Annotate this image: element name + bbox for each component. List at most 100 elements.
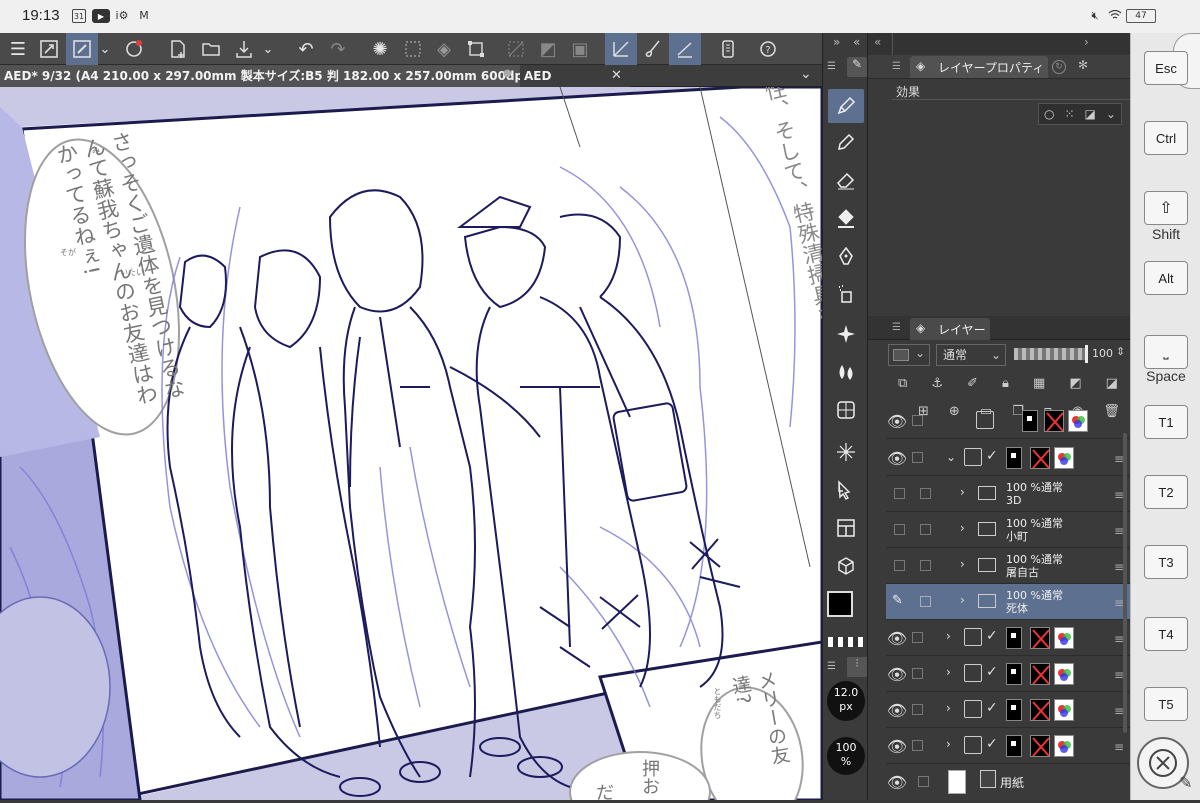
open-folder-icon[interactable]	[195, 33, 227, 65]
t1-key[interactable]: T1	[1144, 405, 1188, 439]
undo-icon[interactable]: ↶	[290, 33, 322, 65]
collapse-left-icon[interactable]: »	[833, 35, 840, 49]
t2-key[interactable]: T2	[1144, 475, 1188, 509]
layer-row[interactable]: › 100 %通常 小町 ≡	[886, 512, 1130, 548]
panel-menu-icon[interactable]: ☰	[827, 661, 836, 672]
chevron-right-icon[interactable]: ›	[960, 557, 965, 571]
layer-checkbox[interactable]	[920, 524, 931, 535]
space-key[interactable]: ⎵	[1144, 335, 1188, 369]
pen-tab-icon[interactable]: ✎	[847, 57, 867, 77]
color-effect-icon[interactable]: ◪	[1085, 107, 1096, 121]
t3-key[interactable]: T3	[1144, 545, 1188, 579]
chevron-down-icon[interactable]: ⌄	[93, 33, 117, 65]
chevron-down-icon[interactable]: ⌄	[800, 66, 812, 82]
snap-ruler-icon[interactable]	[605, 33, 637, 65]
redo-icon[interactable]: ↷	[322, 33, 354, 65]
mask-off-icon[interactable]: ◪	[1106, 376, 1118, 391]
mask-icon[interactable]: ◩	[1069, 376, 1081, 391]
layer-color-dropdown[interactable]: ⌄	[888, 344, 930, 366]
pen-tool-icon[interactable]	[828, 89, 864, 123]
frame-tool-icon[interactable]	[828, 511, 864, 545]
tone-effect-icon[interactable]: ⁙	[1064, 107, 1074, 121]
fill-icon[interactable]: ◈	[428, 33, 460, 65]
alt-key[interactable]: Alt	[1144, 261, 1188, 295]
lock-transparency-icon[interactable]: ▦	[1033, 376, 1045, 391]
chevron-right-icon[interactable]: ›	[946, 701, 951, 715]
panel-menu-icon[interactable]: ☰	[827, 61, 836, 72]
check-icon[interactable]: ✓	[986, 700, 998, 716]
selection-border-icon[interactable]: ▣	[564, 33, 596, 65]
eye-icon[interactable]: 👁︎	[886, 656, 908, 692]
eye-icon[interactable]: 👁︎	[886, 440, 908, 476]
layer-row[interactable]: 👁︎ › ✓ ≡	[886, 620, 1130, 656]
draft-icon[interactable]: ✐	[967, 376, 978, 391]
panel-menu-icon[interactable]: ☰	[892, 322, 901, 333]
brush-size-indicator[interactable]: 12.0 px	[827, 681, 865, 721]
check-icon[interactable]: ✓	[986, 664, 998, 680]
layer-row[interactable]: 👁︎	[886, 409, 1130, 439]
ruler-snap-icon[interactable]	[669, 33, 701, 65]
shift-key[interactable]: ⇧	[1144, 191, 1188, 225]
drawing-canvas[interactable]: さっそくご遺体を見つけるなんて蘇我ちゃんのお友達はわかってるねぇ! み そが い…	[0, 87, 822, 800]
airbrush-tool-icon[interactable]	[828, 277, 864, 311]
check-icon[interactable]: ✓	[986, 628, 998, 644]
layer-row-paper[interactable]: 👁︎ 用紙	[868, 764, 1130, 800]
pen-shortcut-icon[interactable]: ✎	[1179, 773, 1200, 803]
layer-row[interactable]: 👁︎ ⌄ ✓ ≡	[886, 440, 1130, 476]
layer-checkbox[interactable]	[894, 488, 905, 499]
grid-ruler-tool-icon[interactable]	[828, 393, 864, 427]
fullscreen-icon[interactable]	[33, 33, 65, 65]
clip-icon[interactable]: ⧉	[898, 376, 907, 391]
chevron-down-icon[interactable]: ⌄	[1106, 107, 1116, 121]
ctrl-key[interactable]: Ctrl	[1144, 121, 1188, 155]
chevron-right-icon[interactable]: ›	[960, 485, 965, 499]
menu-icon[interactable]: ☰	[2, 33, 34, 65]
layer-row[interactable]: › 100 %通常 屠自古 ≡	[886, 548, 1130, 584]
chevron-right-icon[interactable]: ›	[960, 521, 965, 535]
select-tool-icon[interactable]	[828, 473, 864, 507]
pencil-tool-icon[interactable]	[828, 125, 864, 159]
cloud-sync-icon[interactable]	[118, 33, 150, 65]
transparent-color-swatch[interactable]	[828, 637, 864, 647]
eye-icon[interactable]: 👁︎	[886, 728, 908, 764]
invert-selection-icon[interactable]: ◩	[532, 33, 564, 65]
layer-checkbox[interactable]	[894, 560, 905, 571]
reference-icon[interactable]: ⚓︎	[931, 376, 943, 391]
chevron-down-icon[interactable]: ⌄	[256, 33, 280, 65]
layer-row[interactable]: › 100 %通常 3D ≡	[886, 476, 1130, 512]
eye-icon[interactable]: 👁︎	[886, 764, 908, 800]
layer-checkbox[interactable]	[912, 740, 923, 751]
brush-opacity-indicator[interactable]: 100 %	[827, 737, 865, 775]
blend-tool-icon[interactable]	[828, 355, 864, 389]
layer-row[interactable]: 👁︎ › ✓ ≡	[886, 728, 1130, 764]
refresh-icon[interactable]: ↻	[1052, 60, 1066, 74]
layer-checkbox[interactable]	[912, 452, 923, 463]
chevron-right-icon[interactable]: ›	[946, 665, 951, 679]
transform-icon[interactable]	[460, 33, 492, 65]
chevron-right-icon[interactable]: ›	[960, 593, 965, 607]
eye-icon[interactable]: 👁︎	[886, 620, 908, 656]
check-icon[interactable]: ✓	[986, 448, 998, 464]
main-color-swatch[interactable]	[827, 591, 853, 617]
layer-checkbox[interactable]	[918, 776, 929, 787]
layer-menu-icon[interactable]: ≡	[1114, 740, 1124, 754]
opacity-slider[interactable]	[1014, 345, 1088, 363]
layer-row-selected[interactable]: ✎ › 100 %通常 死体 ≡	[886, 584, 1130, 620]
eye-icon[interactable]: 👁︎	[886, 409, 908, 439]
companion-device-icon[interactable]	[712, 33, 744, 65]
collapse-right-icon[interactable]: ›	[1084, 35, 1089, 49]
check-icon[interactable]: ✓	[986, 736, 998, 752]
layer-row[interactable]: 👁︎ › ✓ ≡	[886, 692, 1130, 728]
layer-checkbox[interactable]	[920, 560, 931, 571]
decoration-tool-icon[interactable]	[828, 317, 864, 351]
layer-checkbox[interactable]	[912, 668, 923, 679]
loading-spinner-icon[interactable]: ✺	[364, 33, 396, 65]
blend-mode-select[interactable]: 通常 ⌄	[936, 344, 1006, 366]
eraser-tool-icon[interactable]	[828, 163, 864, 197]
effect-tool-icon[interactable]	[828, 435, 864, 469]
tab-layer-property[interactable]: ◈ レイヤープロパティ	[910, 56, 1048, 78]
t4-key[interactable]: T4	[1144, 617, 1188, 651]
chevron-down-icon[interactable]: ⌄	[946, 450, 956, 464]
collapse-left-icon[interactable]: «	[874, 35, 881, 49]
t5-key[interactable]: T5	[1144, 687, 1188, 721]
